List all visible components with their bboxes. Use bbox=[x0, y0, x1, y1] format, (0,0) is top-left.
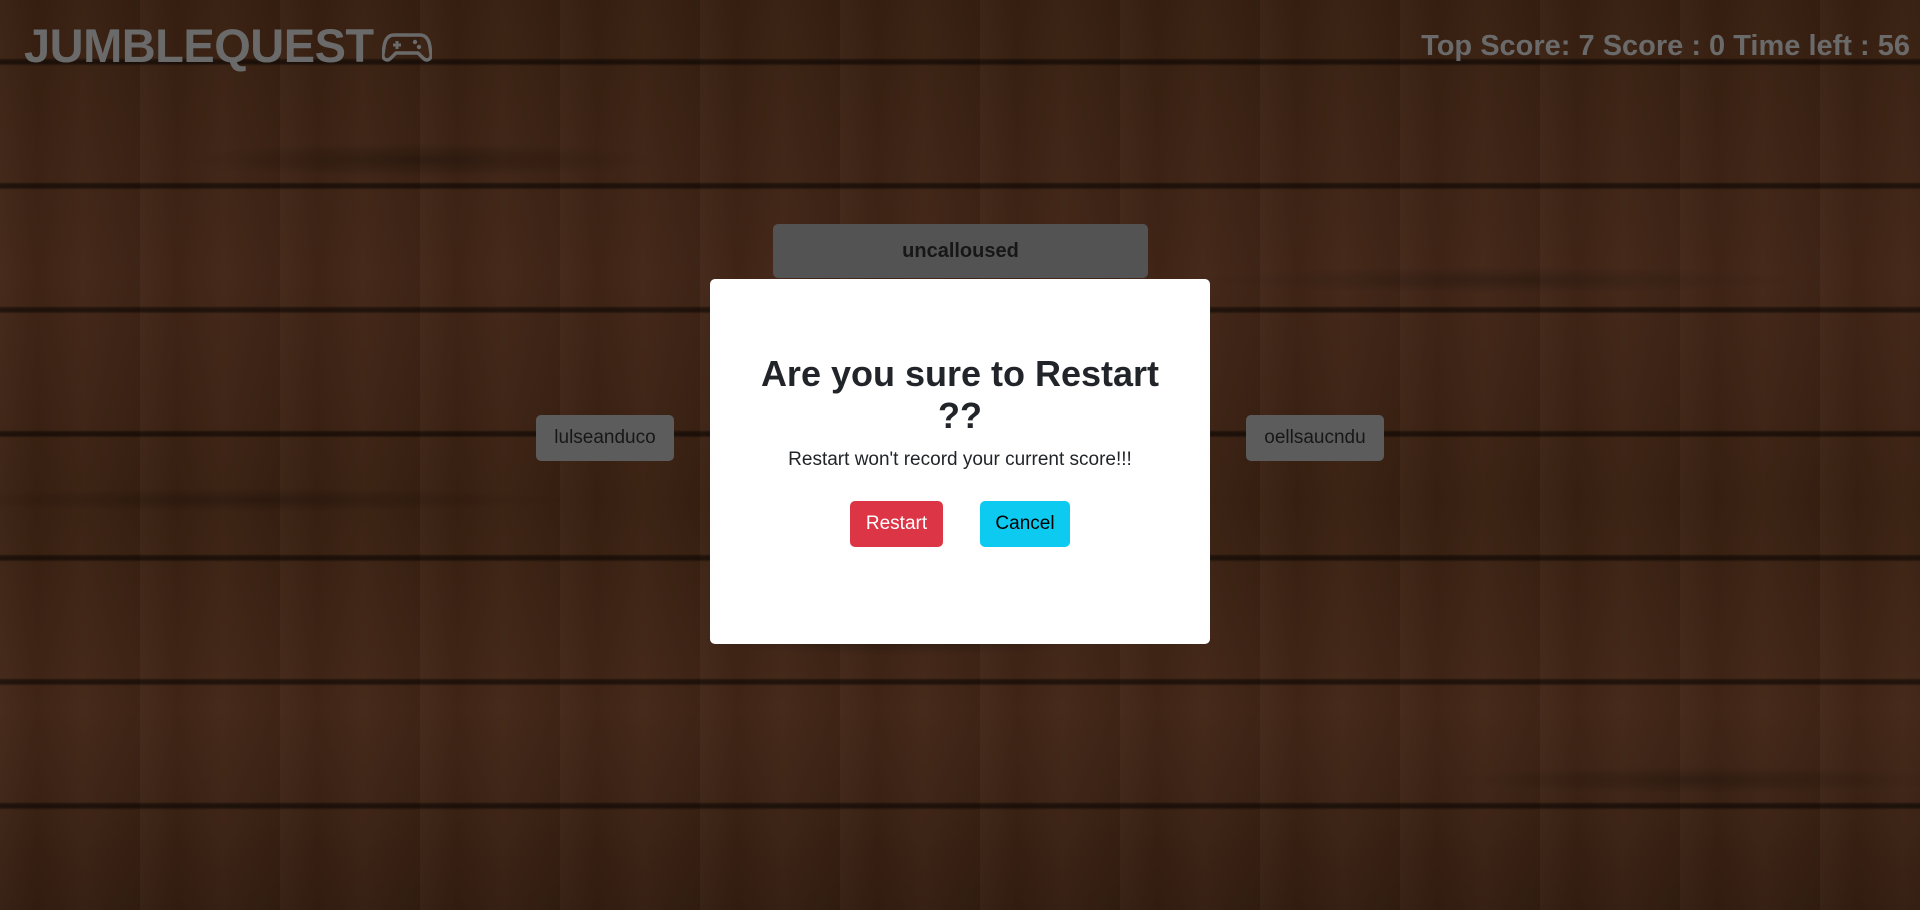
cancel-button[interactable]: Cancel bbox=[980, 501, 1070, 547]
dialog-message: Restart won't record your current score!… bbox=[788, 449, 1132, 470]
restart-confirm-dialog: Are you sure to Restart ?? Restart won't… bbox=[710, 279, 1210, 644]
dialog-actions: Restart Cancel bbox=[710, 501, 1210, 547]
restart-button[interactable]: Restart bbox=[850, 501, 943, 547]
dialog-title: Are you sure to Restart ?? bbox=[760, 353, 1160, 436]
